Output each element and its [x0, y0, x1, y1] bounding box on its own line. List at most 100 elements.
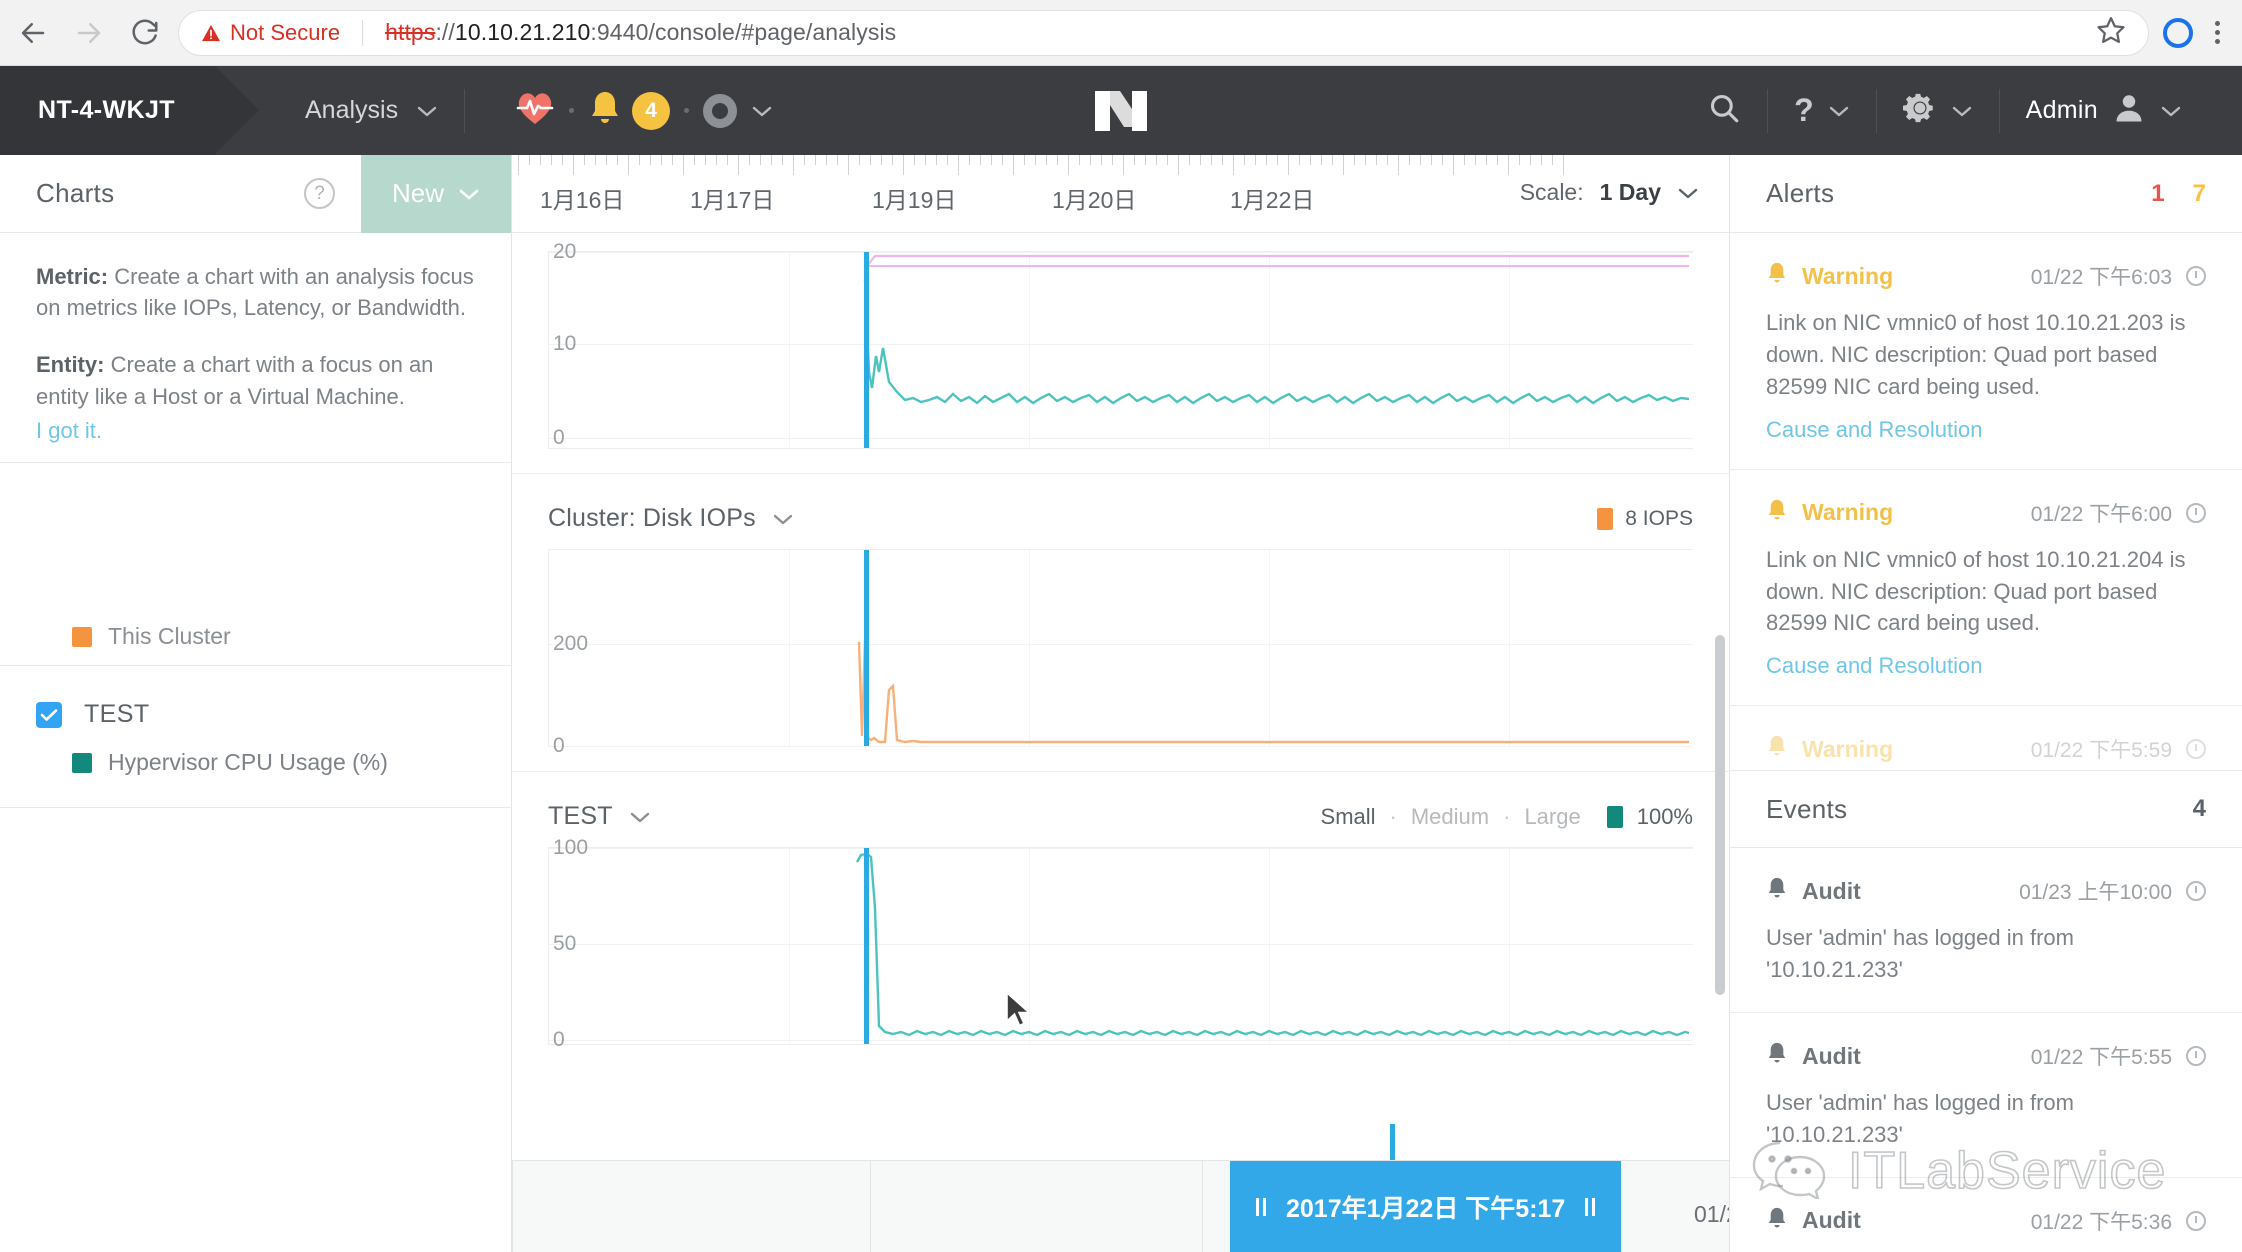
- nutanix-logo: [1091, 87, 1151, 135]
- profile-avatar-icon[interactable]: [2163, 17, 2193, 48]
- size-option-medium[interactable]: Medium: [1411, 804, 1489, 830]
- charts-scroll-area[interactable]: 20 10 0 Cluster: Disk IOPs 8 IOPS 200 0 …: [512, 233, 1729, 1160]
- pause-handle-left-icon[interactable]: [1256, 1198, 1266, 1216]
- ruler-tick: [1409, 155, 1410, 165]
- plot-area-cpu[interactable]: 20 10 0: [548, 240, 1693, 449]
- timeline-divider: [870, 1161, 871, 1252]
- ruler-label-0: 1月16日: [540, 187, 625, 213]
- settings-button[interactable]: [1877, 91, 1999, 130]
- ruler-tick: [1024, 155, 1025, 165]
- event-time-label: 01/23 上午10:00: [2019, 881, 2172, 905]
- nav-status-icons: 4: [515, 89, 773, 132]
- legend-label: 8 IOPS: [1625, 506, 1693, 530]
- ruler-tick: [1552, 155, 1553, 165]
- not-secure-label: Not Secure: [230, 19, 341, 45]
- ruler-tick: [716, 155, 717, 165]
- clock-icon: [2186, 881, 2206, 902]
- event-time-label: 01/22 下午5:55: [2030, 1046, 2172, 1070]
- size-option-large[interactable]: Large: [1524, 804, 1580, 830]
- alert-count-badge[interactable]: 4: [632, 91, 671, 130]
- settings-chevron-down-icon: [1951, 104, 1973, 118]
- event-list-item[interactable]: Audit 01/22 下午5:36 User 'admin' has logg…: [1730, 1178, 2242, 1252]
- reload-icon[interactable]: [122, 10, 168, 56]
- chart-group-header[interactable]: TEST: [36, 700, 512, 729]
- size-separator-2: ·: [1503, 803, 1511, 829]
- heart-pulse-icon[interactable]: [515, 90, 555, 131]
- scale-value: 1 Day: [1599, 179, 1661, 205]
- alert-list-item[interactable]: Warning 01/22 下午6:00 Link on NIC vmnic0 …: [1730, 470, 2242, 707]
- cause-resolution-link[interactable]: Cause and Resolution: [1766, 653, 1982, 679]
- address-bar[interactable]: Not Secure https://10.10.21.210:9440/con…: [178, 9, 2149, 56]
- plot-area-disk-iops[interactable]: 200 0: [548, 549, 1693, 757]
- pause-handle-right-icon[interactable]: [1585, 1198, 1596, 1216]
- tasks-chevron-down-icon[interactable]: [751, 104, 773, 118]
- alert-severity-label: Warning: [1802, 499, 1894, 526]
- ruler-tick: [826, 155, 827, 165]
- ruler-tick: [562, 155, 563, 165]
- ruler-tick: [1090, 155, 1091, 165]
- chart-legend: 8 IOPS: [1597, 507, 1693, 531]
- dismiss-tip-link[interactable]: I got it.: [36, 418, 102, 443]
- nav-divider: [464, 88, 466, 133]
- timeline-ruler[interactable]: 1月16日 1月17日 1月19日 1月20日 1月22日 1月23日 Scal…: [512, 155, 1729, 233]
- bottom-timeline[interactable]: 8:00 01/23 上午12:50 01/23 上午5:40 2017年1月2…: [512, 1160, 1729, 1252]
- alert-list-item[interactable]: Warning 01/22 下午5:59: [1730, 706, 2242, 770]
- event-list-item[interactable]: Audit 01/22 下午5:55 User 'admin' has logg…: [1730, 1013, 2242, 1178]
- new-chart-button[interactable]: New: [361, 154, 511, 233]
- alert-severity: Warning: [1766, 498, 1893, 528]
- scale-selector[interactable]: Scale: 1 Day: [1520, 179, 1699, 206]
- alert-list-item[interactable]: Warning 01/22 下午6:03 Link on NIC vmnic0 …: [1730, 233, 2242, 470]
- search-button[interactable]: [1681, 91, 1767, 130]
- clock-icon: [2186, 1046, 2206, 1067]
- chart-chevron-down-icon[interactable]: [629, 810, 651, 824]
- ruler-tick: [1167, 155, 1168, 165]
- ruler-tick: [1563, 155, 1564, 175]
- current-time-pill[interactable]: 2017年1月22日 下午5:17: [1230, 1161, 1622, 1252]
- prism-top-nav: NT-4-WKJT Analysis 4 ? Admin: [0, 66, 2242, 155]
- clock-icon: [2186, 1210, 2206, 1231]
- this-cluster-label: This Cluster: [108, 623, 231, 649]
- search-icon: [1707, 91, 1741, 130]
- help-button[interactable]: ?: [1768, 92, 1876, 129]
- kebab-menu-icon[interactable]: [2211, 17, 2224, 48]
- alert-item-header: Warning 01/22 下午6:00: [1766, 498, 2206, 528]
- list-item-metric[interactable]: Hypervisor CPU Usage (%): [36, 749, 512, 776]
- critical-alert-count[interactable]: 1: [2151, 180, 2164, 208]
- event-time-label: 01/22 下午5:36: [2030, 1210, 2172, 1234]
- tasks-ring-icon[interactable]: [703, 93, 738, 128]
- gear-icon: [1902, 91, 1937, 130]
- page-selector[interactable]: Analysis: [305, 96, 438, 125]
- timeline-divider: [1202, 1161, 1203, 1252]
- size-option-small[interactable]: Small: [1321, 804, 1376, 830]
- ruler-tick: [584, 155, 585, 165]
- event-list-item[interactable]: Audit 01/23 上午10:00 User 'admin' has log…: [1730, 848, 2242, 1014]
- help-chevron-down-icon: [1828, 104, 1850, 118]
- charts-scrollbar-thumb[interactable]: [1715, 635, 1725, 995]
- list-item-this-cluster[interactable]: This Cluster: [0, 623, 512, 650]
- warning-alert-count[interactable]: 7: [2193, 180, 2206, 208]
- not-secure-indicator[interactable]: Not Secure: [201, 20, 340, 46]
- chart-title: TEST: [548, 802, 613, 830]
- entity-tip: Entity: Create a chart with a focus on a…: [36, 349, 475, 411]
- ruler-tick: [1178, 155, 1179, 175]
- star-icon[interactable]: [2096, 15, 2126, 50]
- cluster-name-tab[interactable]: NT-4-WKJT: [0, 66, 259, 155]
- scale-label: Scale:: [1519, 179, 1584, 205]
- chart-chevron-down-icon[interactable]: [772, 512, 794, 526]
- entity-tip-label: Entity:: [36, 352, 105, 378]
- bell-icon[interactable]: [588, 89, 622, 132]
- plot-area-test[interactable]: 100 50 0: [548, 836, 1693, 1051]
- chart-title: Cluster: Disk IOPs: [548, 504, 756, 532]
- user-chevron-down-icon: [2160, 104, 2182, 118]
- ruler-tick: [529, 155, 530, 165]
- event-timestamp: 01/22 下午5:55: [2031, 1041, 2206, 1071]
- chart-tip-box: Metric: Create a chart with an analysis …: [0, 233, 511, 463]
- cause-resolution-link[interactable]: Cause and Resolution: [1766, 417, 1982, 443]
- timeline-label-1: 01/23 上午12:50: [1694, 1201, 1729, 1227]
- help-circle-icon[interactable]: ?: [304, 178, 335, 209]
- user-menu[interactable]: Admin: [2000, 91, 2208, 130]
- chart-group-checkbox[interactable]: [36, 701, 62, 728]
- events-counts: 4: [2193, 795, 2206, 823]
- ruler-tick: [1442, 155, 1443, 165]
- back-arrow-icon[interactable]: [10, 10, 56, 56]
